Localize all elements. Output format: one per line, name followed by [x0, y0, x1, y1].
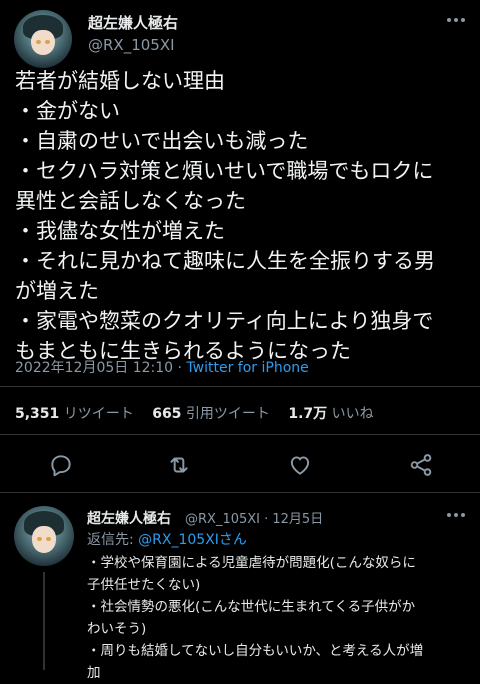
likes-count: 1.7万: [288, 406, 328, 422]
thread-line: [43, 572, 45, 670]
reply-line: ・学校や保育園による児童虐待が問題化(こんな奴らに: [87, 555, 416, 571]
tweet-line: ・我儘な女性が増えた: [15, 219, 225, 243]
retweet-icon[interactable]: [166, 452, 192, 478]
tweet-stats: 5,351 リツイート 665 引用ツイート 1.7万 いいね: [15, 403, 374, 423]
divider: [0, 434, 480, 435]
tweet-line: ・自粛のせいで出会いも減った: [15, 129, 309, 153]
reply-to-mention[interactable]: @RX_105XIさん: [138, 532, 247, 548]
tweet-line: ・セクハラ対策と煩いせいで職場でもロクに: [15, 159, 434, 183]
reply-line: ・周りも結婚してないし自分もいいか、と考える人が増: [87, 643, 424, 659]
meta-separator: ·: [173, 360, 187, 376]
avatar[interactable]: [14, 10, 72, 68]
divider: [0, 386, 480, 387]
reply-display-name[interactable]: 超左嫌人極右: [87, 508, 171, 528]
display-name[interactable]: 超左嫌人極右: [88, 12, 178, 33]
reply-text: ・学校や保育園による児童虐待が問題化(こんな奴らに 子供任せたくない) ・社会情…: [87, 552, 472, 684]
share-icon[interactable]: [408, 452, 434, 478]
retweets-label: リツイート: [63, 406, 134, 422]
avatar[interactable]: [14, 506, 74, 566]
avatar-face: [32, 526, 56, 553]
tweet-line: ・それに見かねて趣味に人生を全振りする男: [15, 249, 435, 273]
more-options-icon[interactable]: [445, 506, 467, 524]
reply-icon[interactable]: [48, 452, 74, 478]
quotes-stat[interactable]: 665 引用ツイート: [152, 406, 270, 422]
avatar-eye: [36, 40, 41, 45]
reply-to-label: 返信先:: [87, 532, 139, 548]
retweets-stat[interactable]: 5,351 リツイート: [15, 406, 134, 422]
timestamp[interactable]: 2022年12月05日 12:10: [15, 360, 173, 376]
user-handle[interactable]: @RX_105XI: [88, 36, 175, 54]
reply-line: ・社会情勢の悪化(こんな世代に生まれてくる子供がか: [87, 599, 416, 615]
more-options-icon[interactable]: [445, 10, 467, 30]
tweet-line: ・金がない: [15, 99, 120, 123]
tweet-line: が増えた: [15, 279, 99, 303]
reply-meta[interactable]: @RX_105XI · 12月5日: [185, 508, 323, 527]
like-icon[interactable]: [287, 452, 313, 478]
reply-line: 加: [87, 665, 101, 681]
avatar-face: [31, 29, 55, 56]
tweet-line: 異性と会話しなくなった: [15, 189, 246, 213]
reply-line: わいそう): [87, 621, 147, 637]
tweet-line: ・家電や惣菜のクオリティ向上により独身で: [15, 309, 434, 333]
likes-stat[interactable]: 1.7万 いいね: [288, 406, 373, 422]
quotes-count: 665: [152, 406, 182, 422]
tweet-line: 若者が結婚しない理由: [15, 69, 225, 93]
divider: [0, 492, 480, 493]
reply-line: 子供任せたくない): [87, 577, 201, 593]
retweets-count: 5,351: [15, 406, 60, 422]
reply-to-line: 返信先: @RX_105XIさん: [87, 529, 247, 549]
quotes-label: 引用ツイート: [185, 406, 270, 422]
source-link[interactable]: Twitter for iPhone: [186, 360, 308, 376]
tweet-text: 若者が結婚しない理由 ・金がない ・自粛のせいで出会いも減った ・セクハラ対策と…: [15, 66, 473, 366]
likes-label: いいね: [331, 406, 374, 422]
tweet-meta: 2022年12月05日 12:10 · Twitter for iPhone: [15, 357, 309, 377]
